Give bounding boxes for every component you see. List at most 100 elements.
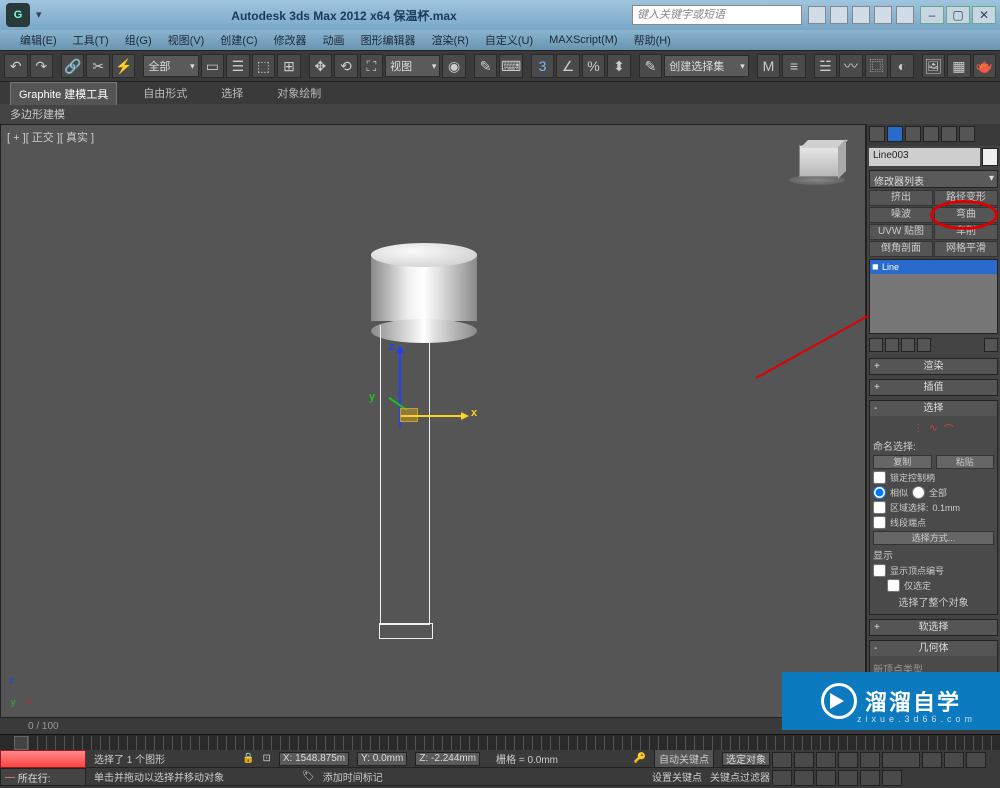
viewcube[interactable]: [789, 141, 849, 191]
gizmo-x-axis[interactable]: [401, 415, 467, 417]
lock-handles-checkbox[interactable]: [873, 471, 886, 484]
spinner-snap-button[interactable]: ⬍: [607, 54, 631, 78]
render-frame-button[interactable]: ▦: [947, 54, 971, 78]
tab-selection[interactable]: 选择: [213, 82, 251, 104]
tab-hierarchy-icon[interactable]: [905, 126, 921, 142]
maxscript-mini-listener[interactable]: [0, 750, 86, 768]
time-config-icon[interactable]: 🔑: [634, 753, 646, 764]
mirror-button[interactable]: М: [757, 54, 781, 78]
all-radio[interactable]: [912, 486, 925, 499]
orbit-icon[interactable]: [860, 770, 880, 786]
menu-modifiers[interactable]: 修改器: [274, 32, 307, 48]
tab-create-icon[interactable]: [869, 126, 885, 142]
menu-group[interactable]: 组(G): [125, 32, 152, 48]
subscription-icon[interactable]: [830, 6, 848, 24]
move-button[interactable]: ✥: [309, 54, 333, 78]
modifier-bend[interactable]: 弯曲: [934, 207, 998, 223]
viewport-label[interactable]: [ + ][ 正交 ][ 真实 ]: [7, 129, 94, 145]
select-object-button[interactable]: ▭: [201, 54, 225, 78]
tab-utilities-icon[interactable]: [959, 126, 975, 142]
menu-tools[interactable]: 工具(T): [73, 32, 109, 48]
next-frame-icon[interactable]: [838, 752, 858, 768]
scene-object-spline[interactable]: [380, 325, 430, 625]
snap-toggle-button[interactable]: 3: [531, 54, 555, 78]
prev-frame-icon[interactable]: [794, 752, 814, 768]
scene-object-spline-foot[interactable]: [379, 623, 433, 639]
selection-filter-dropdown[interactable]: 全部: [143, 55, 198, 77]
menu-animation[interactable]: 动画: [323, 32, 345, 48]
modifier-extrude[interactable]: 挤出: [869, 190, 933, 206]
coord-y[interactable]: Y: 0.0mm: [357, 752, 407, 766]
rotate-button[interactable]: ⟲: [334, 54, 358, 78]
coord-z[interactable]: Z: -2.244mm: [415, 752, 480, 766]
undo-button[interactable]: ↶: [4, 54, 28, 78]
pin-stack-icon[interactable]: [869, 338, 883, 352]
menu-maxscript[interactable]: MAXScript(M): [549, 34, 617, 46]
autokey-button[interactable]: 自动关键点: [654, 749, 714, 768]
copy-button[interactable]: 复制: [873, 455, 932, 469]
key-filters-button[interactable]: 关键点过滤器: [710, 769, 770, 784]
maximize-viewport-icon[interactable]: [882, 770, 902, 786]
similar-radio[interactable]: [873, 486, 886, 499]
render-setup-button[interactable]: 🖼: [922, 54, 946, 78]
remove-modifier-icon[interactable]: [917, 338, 931, 352]
menu-view[interactable]: 视图(V): [168, 32, 205, 48]
tab-display-icon[interactable]: [941, 126, 957, 142]
show-end-result-icon[interactable]: [885, 338, 899, 352]
manipulate-button[interactable]: ✎: [474, 54, 498, 78]
area-select-checkbox[interactable]: [873, 501, 886, 514]
angle-snap-button[interactable]: ∠: [556, 54, 580, 78]
modifier-uvwmap[interactable]: UVW 贴图: [869, 224, 933, 240]
goto-end-icon[interactable]: [860, 752, 880, 768]
menu-rendering[interactable]: 渲染(R): [432, 32, 469, 48]
select-by-name-button[interactable]: ☰: [226, 54, 250, 78]
select-region-button[interactable]: ⬚: [252, 54, 276, 78]
menu-grapheditors[interactable]: 图形编辑器: [361, 32, 416, 48]
selected-only-checkbox[interactable]: [887, 579, 900, 592]
play-icon[interactable]: [816, 752, 836, 768]
configure-sets-icon[interactable]: [984, 338, 998, 352]
current-frame-field[interactable]: [882, 752, 920, 768]
unlink-button[interactable]: ✂: [86, 54, 110, 78]
keyboard-shortcut-button[interactable]: ⌨: [499, 54, 523, 78]
pan-icon[interactable]: [838, 770, 858, 786]
close-button[interactable]: ✕: [972, 6, 996, 24]
modifier-lathe[interactable]: 车削: [934, 224, 998, 240]
zoom-all-icon[interactable]: [772, 770, 792, 786]
object-color-swatch[interactable]: [982, 148, 998, 166]
modifier-stack[interactable]: Line: [869, 259, 998, 334]
modifier-noise[interactable]: 噪波: [869, 207, 933, 223]
coord-x[interactable]: X: 1548.875m: [279, 752, 349, 766]
modifier-meshsmooth[interactable]: 网格平滑: [934, 241, 998, 257]
app-logo[interactable]: G: [6, 3, 30, 27]
menu-edit[interactable]: 编辑(E): [20, 32, 57, 48]
time-config-button[interactable]: [922, 752, 942, 768]
render-button[interactable]: 🫖: [973, 54, 997, 78]
time-ruler[interactable]: [28, 736, 1000, 750]
bind-spacewarp-button[interactable]: ⚡: [112, 54, 136, 78]
ribbon-panel-label[interactable]: 多边形建模: [0, 104, 1000, 124]
setkey-button[interactable]: 设置关键点: [652, 769, 702, 784]
link-button[interactable]: 🔗: [61, 54, 85, 78]
time-tag-icon[interactable]: 🏷: [302, 771, 315, 782]
communication-icon[interactable]: [852, 6, 870, 24]
scene-object-cylinder[interactable]: [371, 255, 477, 331]
named-selset-dropdown[interactable]: 创建选择集: [664, 55, 749, 77]
pan-view-icon[interactable]: [944, 752, 964, 768]
tab-motion-icon[interactable]: [923, 126, 939, 142]
stack-item-line[interactable]: Line: [870, 260, 997, 274]
modifier-bevelprofile[interactable]: 倒角剖面: [869, 241, 933, 257]
paste-button[interactable]: 粘贴: [936, 455, 995, 469]
select-by-button[interactable]: 选择方式...: [873, 531, 994, 545]
scale-button[interactable]: ⛶: [360, 54, 384, 78]
modifier-list-dropdown[interactable]: 修改器列表: [869, 170, 998, 188]
tab-graphite[interactable]: Graphite 建模工具: [10, 82, 117, 105]
goto-start-icon[interactable]: [772, 752, 792, 768]
pivot-button[interactable]: ◉: [442, 54, 466, 78]
app-menu-icon[interactable]: ▾: [36, 8, 50, 22]
tab-freeform[interactable]: 自由形式: [135, 82, 195, 104]
tab-modify-icon[interactable]: [887, 126, 903, 142]
isolate-icon[interactable]: ⊡: [262, 753, 270, 764]
maximize-button[interactable]: ▢: [946, 6, 970, 24]
lock-selection-icon[interactable]: 🔒: [242, 753, 254, 764]
